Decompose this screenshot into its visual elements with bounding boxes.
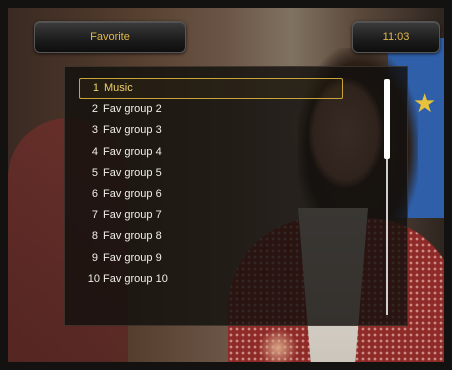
list-item[interactable]: 1 Music — [79, 78, 343, 100]
item-label: Fav group 3 — [103, 124, 162, 137]
list-item[interactable]: 4 Fav group 4 — [79, 142, 343, 163]
item-number: 1 — [92, 82, 99, 94]
list-item[interactable]: 5 Fav group 5 — [79, 163, 343, 184]
scrollbar-thumb[interactable] — [384, 79, 390, 159]
favorite-groups-panel: 1 Music 2 Fav group 2 3 Fav group 3 4 Fav gr… — [64, 66, 408, 326]
item-number: 7 — [91, 209, 98, 222]
list-item[interactable]: 2 Fav group 2 — [79, 99, 343, 120]
item-number: 10 — [87, 272, 100, 285]
item-label: Fav group 2 — [103, 103, 162, 116]
item-label: Fav group 7 — [103, 209, 162, 222]
item-label: Fav group 9 — [103, 251, 162, 264]
item-number: 2 — [91, 103, 98, 116]
item-label: Fav group 4 — [103, 145, 162, 158]
list-item[interactable]: 6 Fav group 6 — [79, 184, 343, 205]
item-label: Fav group 5 — [103, 166, 162, 179]
list-item[interactable]: 7 Fav group 7 — [79, 205, 343, 226]
item-label: Fav group 6 — [103, 187, 162, 200]
item-number: 5 — [91, 166, 98, 179]
menu-title: Favorite — [34, 21, 186, 53]
item-label: Fav group 10 — [103, 272, 168, 285]
item-label: Fav group 8 — [103, 230, 162, 243]
list-item[interactable]: 8 Fav group 8 — [79, 226, 343, 247]
item-number: 9 — [91, 251, 98, 264]
favorite-groups-list: 1 Music 2 Fav group 2 3 Fav group 3 4 Fav gr… — [79, 78, 343, 290]
video-hand — [258, 328, 298, 362]
list-item[interactable]: 3 Fav group 3 — [79, 120, 343, 141]
item-number: 3 — [91, 124, 98, 137]
list-item[interactable]: 10 Fav group 10 — [79, 269, 343, 290]
list-item[interactable]: 9 Fav group 9 — [79, 248, 343, 269]
item-number: 4 — [91, 145, 98, 158]
clock: 11:03 — [352, 21, 440, 53]
item-number: 6 — [91, 187, 98, 200]
item-number: 8 — [91, 230, 98, 243]
item-label: Music — [104, 82, 133, 94]
